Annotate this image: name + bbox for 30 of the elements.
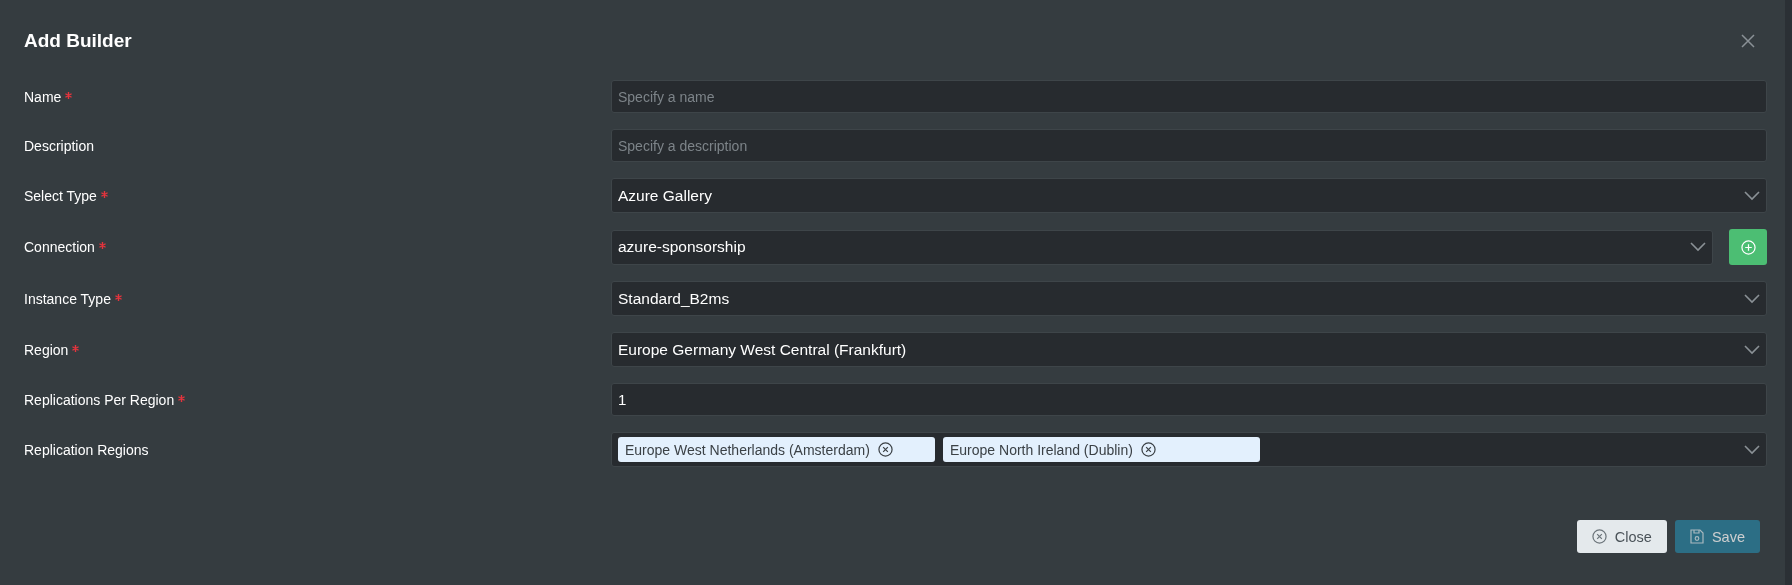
close-circle-icon — [1140, 442, 1156, 457]
field-label: Description — [24, 137, 95, 154]
chevron-down-icon — [1744, 293, 1760, 304]
chevron-down-icon — [1744, 190, 1760, 201]
plus-circle-icon — [1740, 239, 1756, 255]
input-field[interactable]: 1 — [611, 383, 1767, 416]
tag-label: Europe West Netherlands (Amsterdam) — [625, 441, 870, 458]
field-label: Connection — [24, 239, 95, 255]
field-label: Select Type — [24, 187, 97, 204]
field-label: Name — [24, 88, 62, 105]
input-field[interactable]: Specify a name — [611, 80, 1767, 113]
select-field[interactable]: Azure Gallery — [611, 178, 1767, 213]
field-label: Region — [24, 341, 69, 358]
field-label: Instance Type — [24, 290, 111, 307]
field-label: Replications Per Region — [24, 391, 175, 408]
close-circle-icon — [877, 442, 893, 457]
dialog-title: Add Builder — [24, 30, 132, 52]
chevron-down-icon — [1744, 444, 1760, 455]
select-field[interactable]: Europe Germany West Central (Frankfurt) — [611, 332, 1767, 367]
chevron-down-icon — [1690, 242, 1706, 252]
field-label: Replication Regions — [24, 441, 149, 458]
tag-label: Europe North Ireland (Dublin) — [950, 441, 1133, 458]
input-field[interactable]: Specify a description — [611, 129, 1767, 162]
select-field[interactable]: Standard_B2ms — [611, 281, 1767, 316]
add-button[interactable] — [1729, 229, 1767, 265]
close-circle-icon — [1591, 529, 1607, 544]
close-button[interactable]: Close — [1576, 520, 1667, 553]
select-field[interactable]: azure-sponsorship — [611, 229, 1713, 265]
multi-select-field[interactable]: Europe West Netherlands (Amsterdam) Europe North Ireland (Dublin) — [611, 432, 1767, 467]
chevron-down-icon — [1744, 344, 1760, 355]
